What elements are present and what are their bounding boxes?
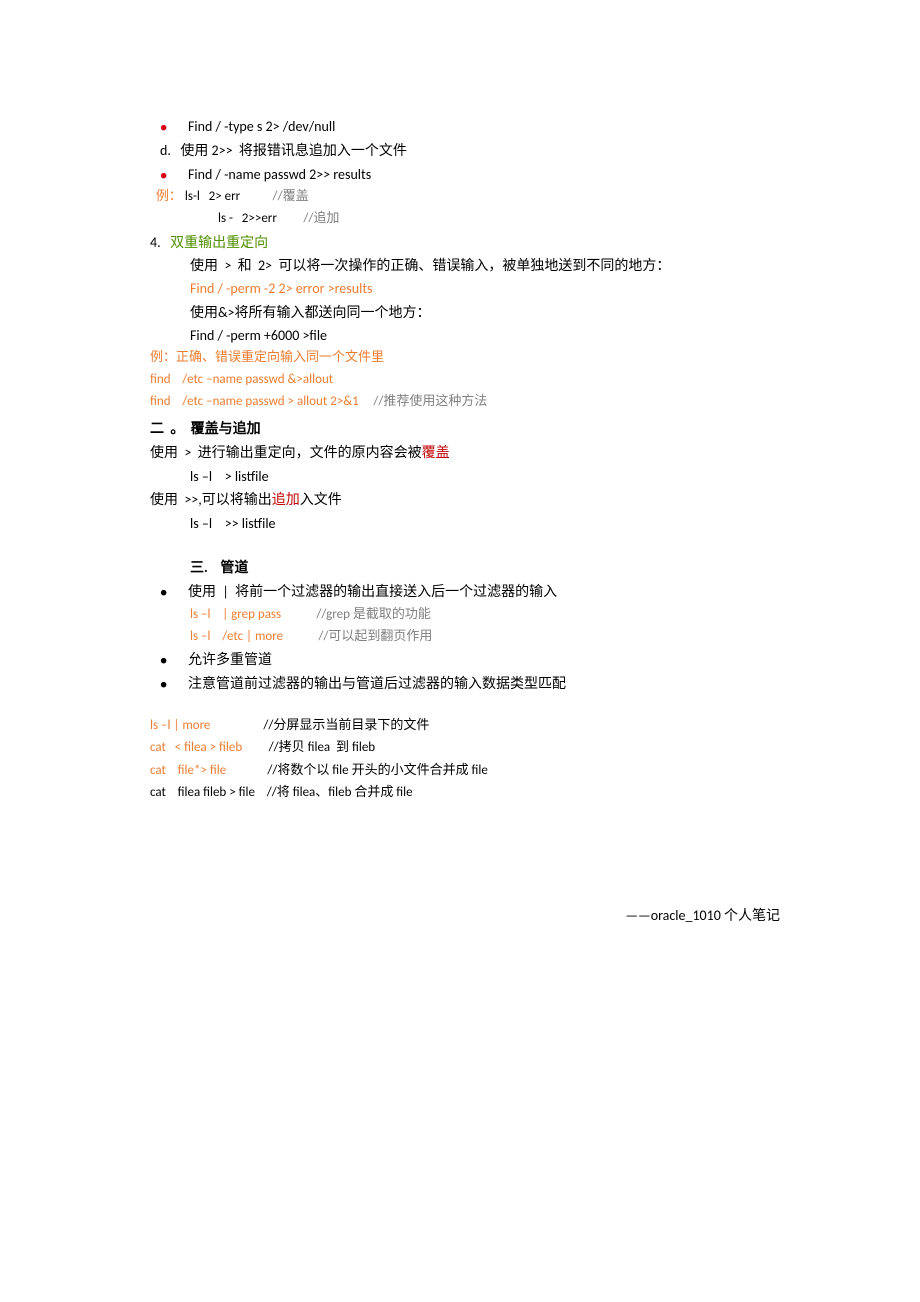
comment-ex-cat-merge: //将数个以 file 开头的小文件合并成 file — [267, 763, 488, 778]
cmd-ls-grep: ls –l | grep pass — [190, 607, 316, 622]
line-example-2: ls - 2>>err //追加 — [150, 208, 790, 230]
text-append-word: 追加 — [272, 491, 300, 508]
text-ls-listfile-1: ls –l > listfile — [190, 468, 269, 485]
marker-d: d. — [160, 142, 180, 159]
line-item-d: d. 使用 2>> 将报错讯息追加入一个文件 — [160, 139, 790, 163]
text-find-etc-1: find /etc –name passwd &>allout — [150, 372, 333, 387]
line-ls-grep: ls –l | grep pass //grep 是截取的功能 — [150, 604, 790, 626]
marker-4: 4. — [150, 234, 170, 251]
text-find-passwd: Find / -name passwd 2>> results — [188, 166, 371, 183]
line-explain-1: 使用 > 和 2> 可以将一次操作的正确、错误输入，被单独地送到不同的地方： — [150, 254, 790, 277]
line-find-etc-2: find /etc –name passwd > allout 2>&1 //推… — [150, 391, 790, 413]
example-cmd-2: ls - 2>>err — [218, 211, 303, 226]
footer-note: ——oracle_1010 个人笔记 — [150, 904, 790, 928]
text-find-etc-2: find /etc –name passwd > allout 2>&1 — [150, 394, 373, 409]
text-footer: ——oracle_1010 个人笔记 — [625, 907, 780, 924]
line-ls-listfile-1: ls –l > listfile — [150, 465, 790, 489]
spacer-2 — [150, 695, 790, 715]
text-item-d: 使用 2>> 将报错讯息追加入一个文件 — [180, 142, 407, 159]
text-ls-listfile-2: ls –l >> listfile — [190, 515, 276, 532]
section-overwrite-append: 二 。 覆盖与追加 — [150, 417, 790, 441]
text-explain-1: 使用 > 和 2> 可以将一次操作的正确、错误输入，被单独地送到不同的地方： — [190, 257, 670, 274]
comment-more: //可以起到翻页作用 — [318, 629, 432, 644]
line-multi-pipe: 允许多重管道 — [150, 648, 790, 672]
text-pipe-note: 注意管道前过滤器的输出与管道后过滤器的输入数据类型匹配 — [188, 675, 566, 692]
text-find-6000: Find / -perm +6000 >file — [190, 327, 327, 344]
spacer-1 — [150, 536, 790, 556]
cmd-ls-more: ls –l /etc | more — [190, 629, 318, 644]
line-explain-2: 使用&>将所有输入都送向同一个地方： — [150, 301, 790, 324]
example-cmd-1: ls-l 2> err — [182, 189, 273, 204]
line-ex-cat-copy: cat < filea > fileb //拷贝 filea 到 fileb — [150, 737, 790, 759]
cmd-ex-more: ls –l | more — [150, 718, 263, 733]
line-example-both: 例：正确、错误重定向输入同一个文件里 — [150, 347, 790, 369]
line-ls-more: ls –l /etc | more //可以起到翻页作用 — [150, 626, 790, 648]
line-find-types: Find / -type s 2> /dev/null — [150, 115, 790, 139]
text-append-pre: 使用 >>,可以将输出 — [150, 491, 272, 508]
text-explain-2: 使用&>将所有输入都送向同一个地方： — [190, 304, 431, 321]
line-ex-cat-merge: cat file*> file //将数个以 file 开头的小文件合并成 fi… — [150, 760, 790, 782]
text-find-types: Find / -type s 2> /dev/null — [188, 118, 335, 135]
line-find-perm: Find / -perm -2 2> error >results — [150, 277, 790, 300]
line-ls-listfile-2: ls –l >> listfile — [150, 512, 790, 536]
comment-ex-cat-ab: //将 filea、fileb 合并成 file — [267, 785, 413, 800]
text-pipe-usage: 使用 | 将前一个过滤器的输出直接送入后一个过滤器的输入 — [188, 583, 557, 600]
line-item-4: 4. 双重输出重定向 — [150, 231, 790, 255]
text-find-perm: Find / -perm -2 2> error >results — [190, 280, 373, 297]
line-pipe-note: 注意管道前过滤器的输出与管道后过滤器的输入数据类型匹配 — [150, 672, 790, 696]
cmd-ex-cat-ab: cat filea fileb > file — [150, 785, 267, 800]
comment-grep: //grep 是截取的功能 — [316, 607, 431, 622]
heading-overwrite-append: 二 。 覆盖与追加 — [150, 420, 261, 437]
text-multi-pipe: 允许多重管道 — [188, 651, 272, 668]
line-ex-more: ls –l | more //分屏显示当前目录下的文件 — [150, 715, 790, 737]
line-example-1: 例： ls-l 2> err //覆盖 — [150, 186, 790, 208]
text-recommend: //推荐使用这种方法 — [373, 394, 487, 409]
line-append: 使用 >>,可以将输出追加入文件 — [150, 488, 790, 512]
example-label: 例： — [150, 189, 182, 204]
example-comment-1: //覆盖 — [273, 189, 309, 204]
heading-pipe: 三. 管道 — [190, 559, 248, 576]
text-overwrite-pre: 使用 > 进行输出重定向，文件的原内容会被 — [150, 444, 422, 461]
line-find-passwd: Find / -name passwd 2>> results — [150, 163, 790, 187]
line-overwrite: 使用 > 进行输出重定向，文件的原内容会被覆盖 — [150, 441, 790, 465]
text-dual-redirect: 双重输出重定向 — [170, 234, 268, 251]
text-overwrite-word: 覆盖 — [422, 444, 450, 461]
cmd-ex-cat-merge: cat file*> file — [150, 763, 267, 778]
text-append-post: 入文件 — [300, 491, 342, 508]
comment-ex-cat-copy: //拷贝 filea 到 fileb — [269, 740, 376, 755]
line-find-6000: Find / -perm +6000 >file — [150, 324, 790, 347]
comment-ex-more: //分屏显示当前目录下的文件 — [263, 718, 429, 733]
line-find-etc-1: find /etc –name passwd &>allout — [150, 369, 790, 391]
cmd-ex-cat-copy: cat < filea > fileb — [150, 740, 269, 755]
text-example-both: 例：正确、错误重定向输入同一个文件里 — [150, 350, 384, 365]
line-ex-cat-ab: cat filea fileb > file //将 filea、fileb 合… — [150, 782, 790, 804]
section-pipe: 三. 管道 — [150, 556, 790, 580]
example-comment-2: //追加 — [303, 211, 339, 226]
line-pipe-usage: 使用 | 将前一个过滤器的输出直接送入后一个过滤器的输入 — [150, 580, 790, 604]
